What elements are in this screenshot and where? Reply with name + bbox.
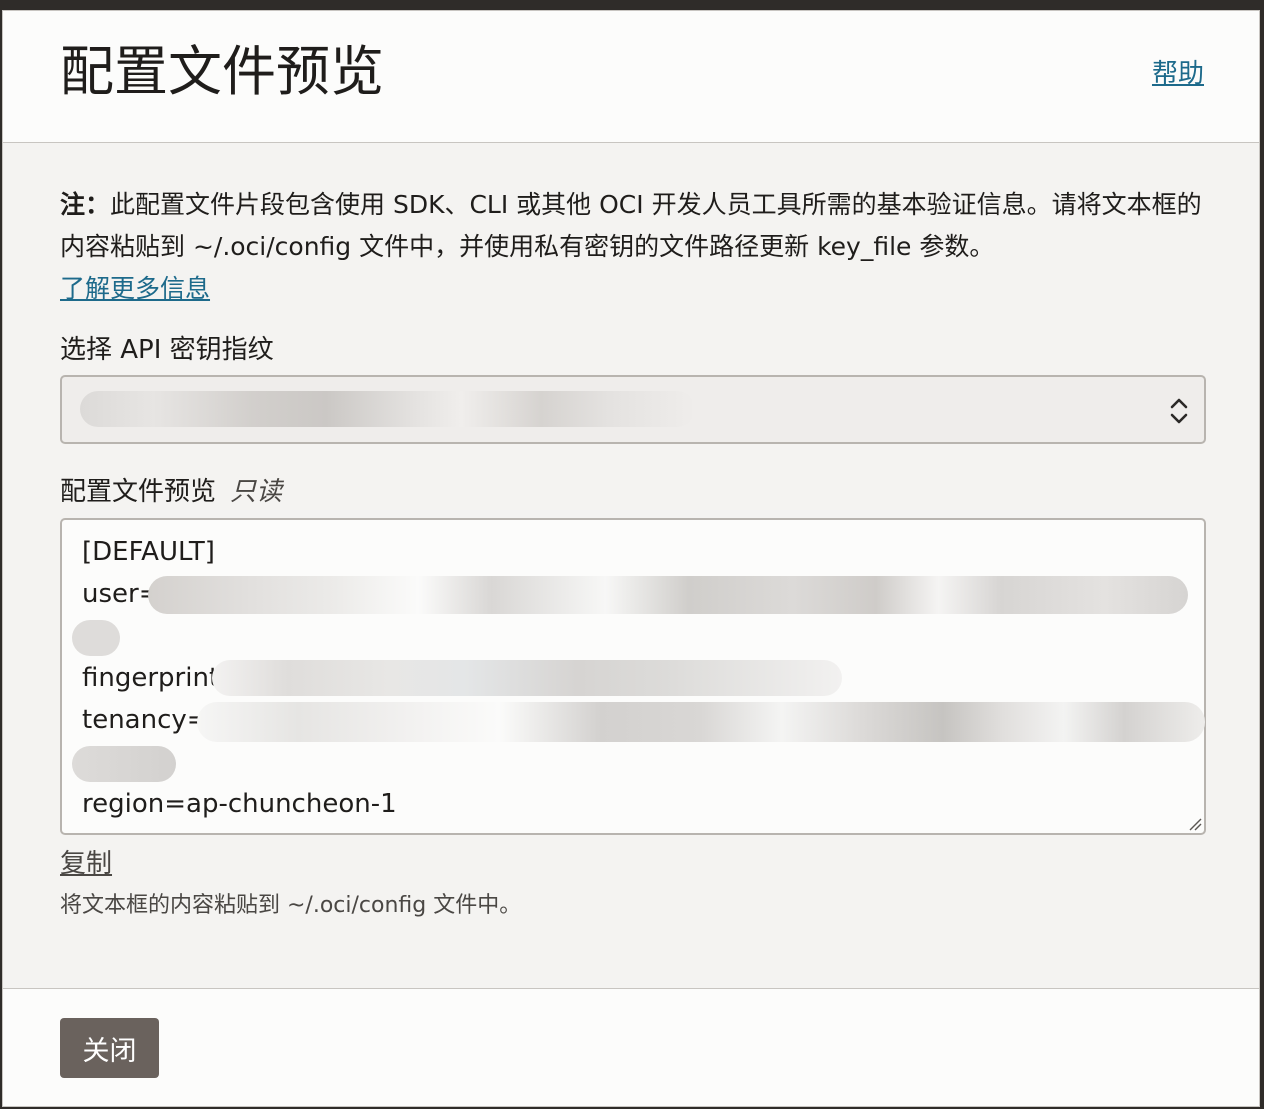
redacted-user-value-cont: [72, 620, 120, 656]
paste-hint: 将文本框的内容粘贴到 ~/.oci/config 文件中。: [60, 893, 522, 918]
learn-more-link[interactable]: 了解更多信息: [60, 274, 210, 303]
config-line-tenancy: tenancy=: [82, 705, 209, 735]
redacted-tenancy-value: [197, 702, 1205, 742]
preview-label-text: 配置文件预览: [60, 477, 217, 507]
resize-grip-icon[interactable]: [1186, 815, 1202, 831]
config-line-region: region=ap-chuncheon-1: [82, 789, 397, 819]
preview-label: 配置文件预览 只读: [60, 475, 282, 509]
fingerprint-select-label: 选择 API 密钥指纹: [60, 335, 274, 365]
note-text: 此配置文件片段包含使用 SDK、CLI 或其他 OCI 开发人员工具所需的基本验…: [60, 190, 1202, 261]
dialog-body: 注：此配置文件片段包含使用 SDK、CLI 或其他 OCI 开发人员工具所需的基…: [3, 142, 1259, 990]
redacted-tenancy-value-cont: [72, 746, 176, 782]
redacted-user-value: [148, 576, 1188, 614]
note-prefix: 注：: [60, 190, 111, 219]
dialog-footer: 关闭: [3, 988, 1259, 1106]
redacted-fingerprint: [212, 660, 842, 696]
dialog-title: 配置文件预览: [60, 40, 384, 103]
readonly-tag: 只读: [230, 477, 283, 507]
redacted-fingerprint-value: [80, 391, 695, 427]
fingerprint-select[interactable]: [60, 375, 1206, 444]
config-textarea[interactable]: [DEFAULT] user= fingerprint= tenancy= re…: [60, 518, 1206, 835]
chevron-up-down-icon: [1170, 398, 1188, 424]
config-preview-dialog: 配置文件预览 帮助 注：此配置文件片段包含使用 SDK、CLI 或其他 OCI …: [2, 10, 1260, 1107]
close-button[interactable]: 关闭: [60, 1018, 159, 1078]
config-line-section: [DEFAULT]: [82, 537, 215, 567]
dialog-header: 配置文件预览 帮助: [3, 11, 1259, 143]
info-note: 注：此配置文件片段包含使用 SDK、CLI 或其他 OCI 开发人员工具所需的基…: [60, 184, 1210, 310]
copy-link[interactable]: 复制: [60, 843, 112, 880]
help-link[interactable]: 帮助: [1152, 53, 1204, 90]
